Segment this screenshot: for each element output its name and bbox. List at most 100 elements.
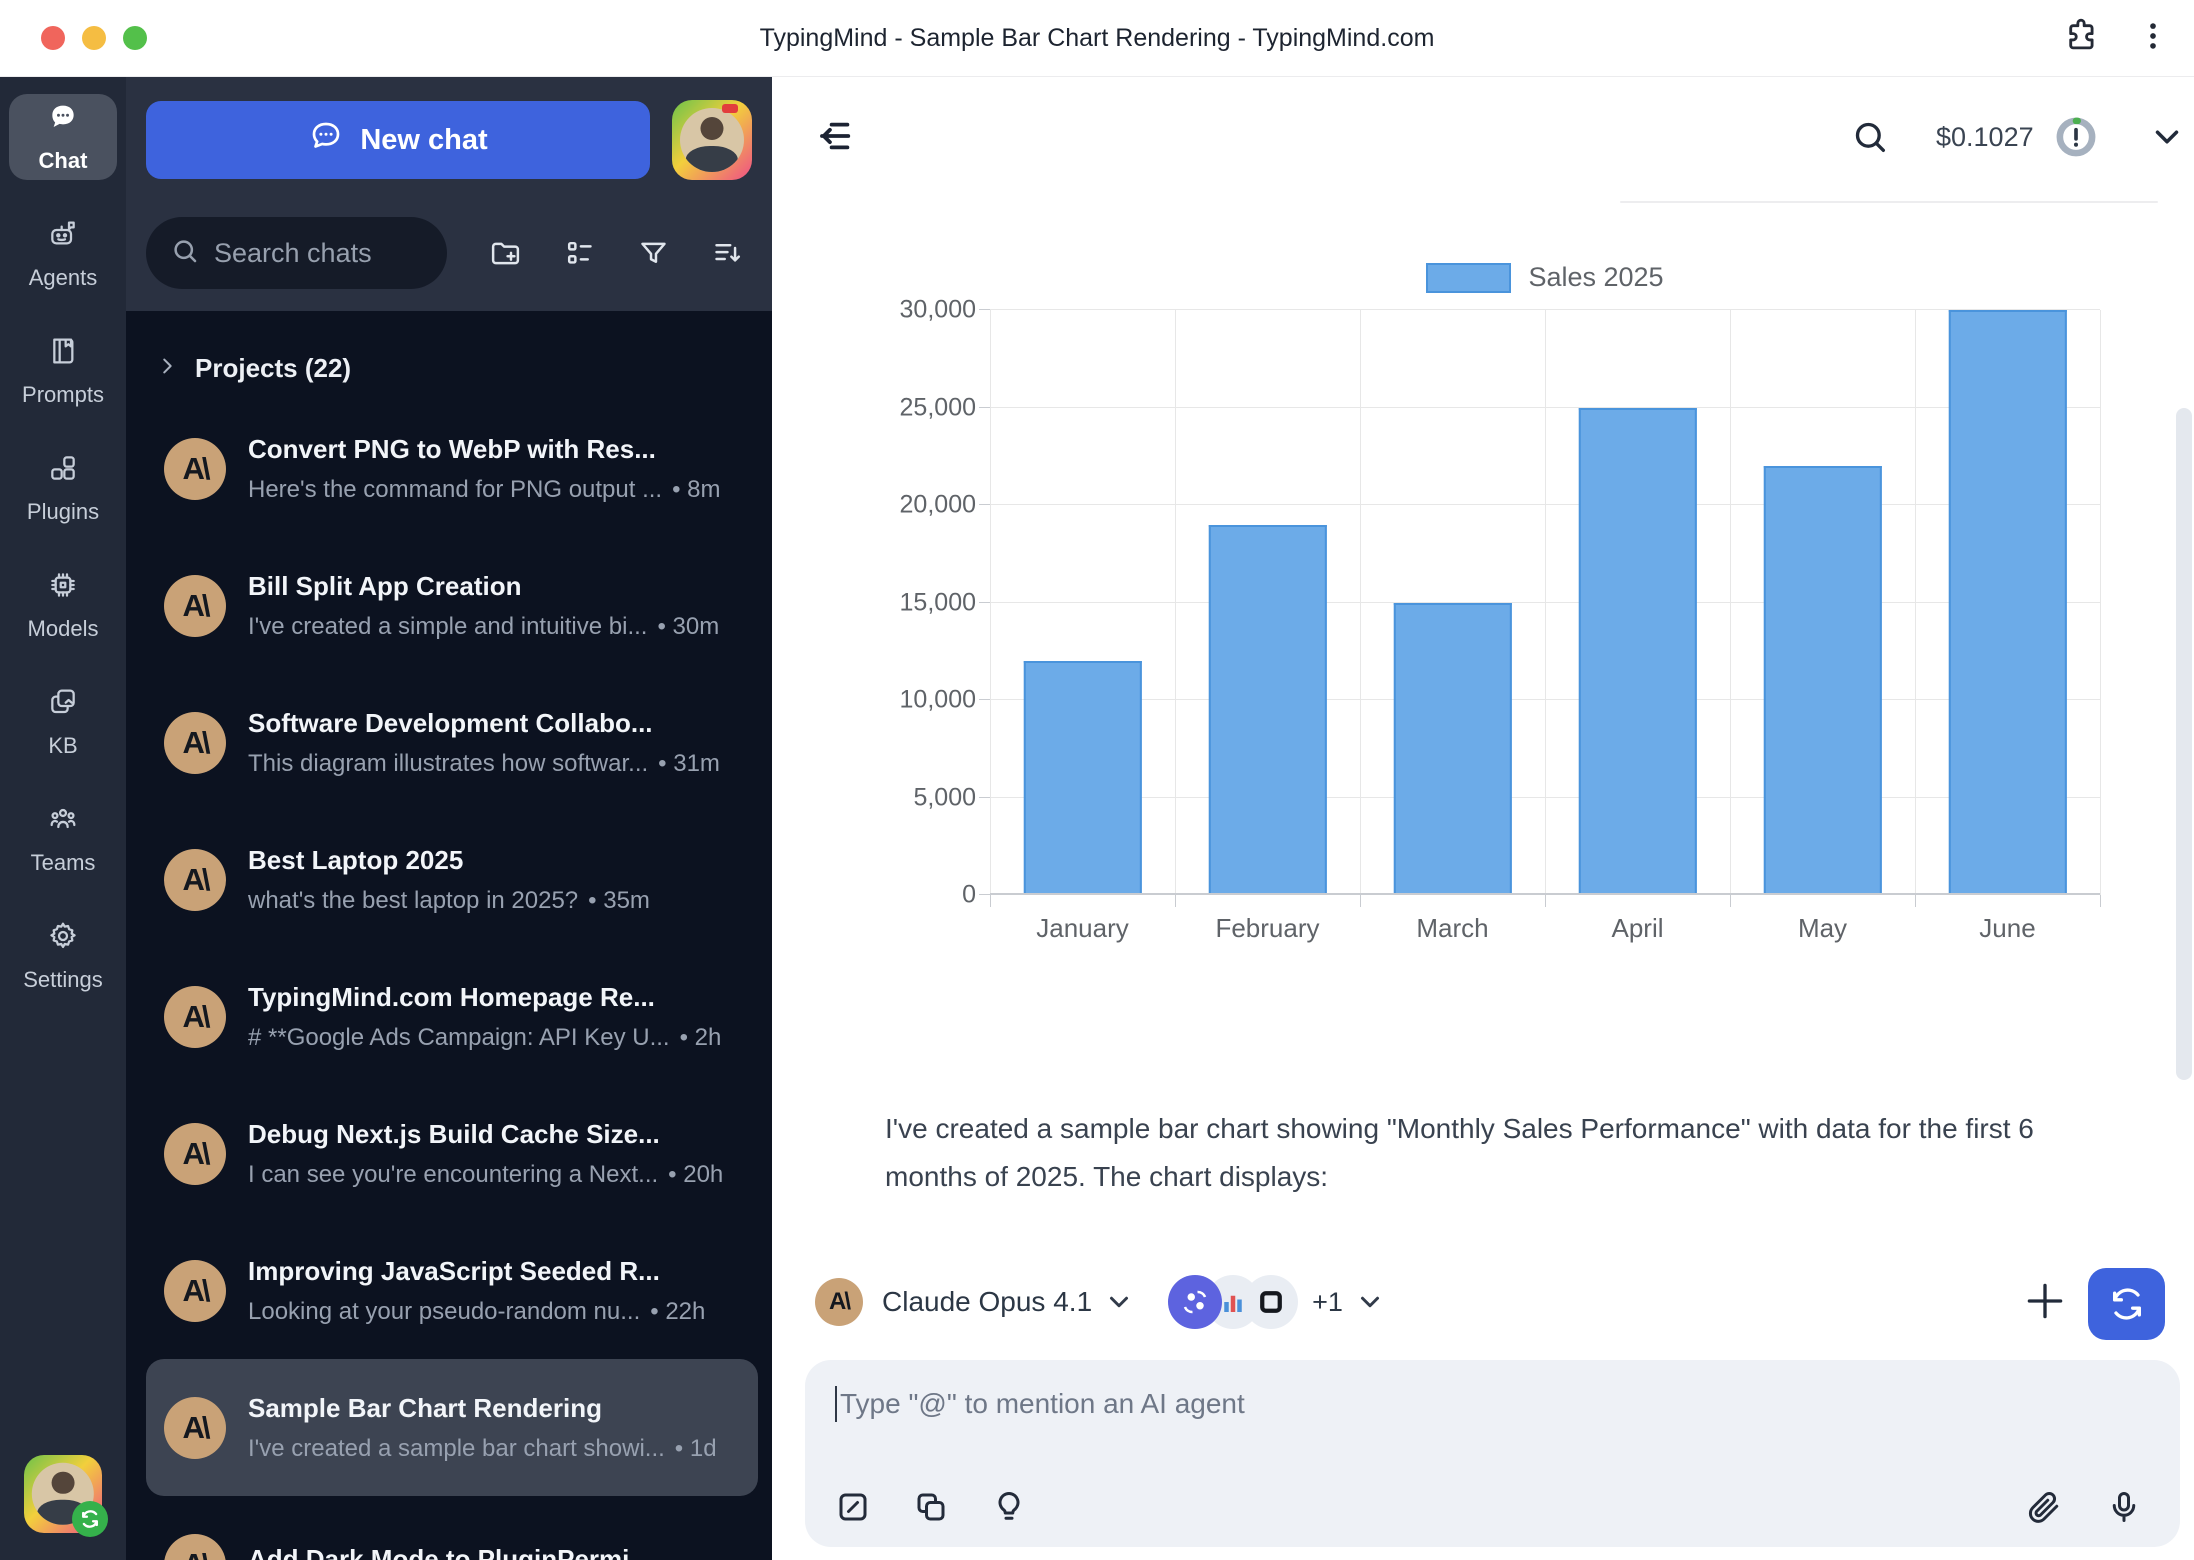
chat-bubble-icon (308, 118, 344, 162)
chart-x-axis-labels: JanuaryFebruaryMarchAprilMayJune (990, 913, 2100, 944)
anthropic-avatar: A\ (164, 1534, 226, 1560)
vertical-scrollbar[interactable] (2176, 408, 2192, 1080)
message-input[interactable]: Type "@" to mention an AI agent (835, 1386, 2150, 1422)
model-name[interactable]: Claude Opus 4.1 (882, 1286, 1092, 1318)
chart-gridline (2100, 310, 2101, 895)
chat-list-item[interactable]: A\ Best Laptop 2025 what's the best lapt… (146, 811, 758, 948)
anthropic-avatar: A\ (164, 986, 226, 1048)
search-conversation-icon[interactable] (1850, 117, 1890, 157)
y-axis-label: 10,000 (900, 686, 976, 715)
rail-item-plugins[interactable]: Plugins (9, 445, 117, 531)
chart-gridline (1175, 310, 1176, 895)
rail-item-agents[interactable]: Agents (9, 211, 117, 297)
y-axis-label: 15,000 (900, 588, 976, 617)
chat-list-item[interactable]: A\ Debug Next.js Build Cache Size... I c… (146, 1085, 758, 1222)
anthropic-avatar: A\ (164, 1123, 226, 1185)
rail-item-prompts[interactable]: Prompts (9, 328, 117, 414)
chat-icon (47, 101, 79, 139)
chat-list-item[interactable]: A\ TypingMind.com Homepage Re... # **Goo… (146, 948, 758, 1085)
chat-list-item[interactable]: A\ Convert PNG to WebP with Res... Here'… (146, 400, 758, 537)
chat-list-item[interactable]: A\ Sample Bar Chart Rendering I've creat… (146, 1359, 758, 1496)
y-axis-label: 5,000 (913, 783, 976, 812)
x-axis-tick (1175, 895, 1176, 907)
chat-time: • 31m (658, 750, 720, 778)
x-axis-tick (1915, 895, 1916, 907)
anthropic-avatar: A\ (815, 1278, 863, 1326)
assistant-message: I've created a sample bar chart showing … (885, 1105, 2125, 1201)
add-button[interactable] (2020, 1276, 2070, 1326)
chat-sidebar: New chat (126, 77, 772, 1560)
x-axis-label: January (990, 913, 1175, 944)
search-chats-input[interactable] (214, 238, 423, 269)
chart-legend[interactable]: Sales 2025 (990, 262, 2100, 293)
chat-list-item[interactable]: A\ Software Development Collabo... This … (146, 674, 758, 811)
new-folder-icon[interactable] (489, 237, 522, 270)
chat-time: • 2h (680, 1024, 722, 1052)
chat-title: Software Development Collabo... (248, 708, 740, 739)
kebab-menu-icon[interactable] (2136, 19, 2170, 58)
sort-icon[interactable] (711, 237, 744, 270)
x-axis-label: June (1915, 913, 2100, 944)
input-placeholder: Type "@" to mention an AI agent (840, 1388, 1245, 1420)
chat-time: • 1d (675, 1435, 717, 1463)
chat-snippet: what's the best laptop in 2025? (248, 887, 578, 915)
chat-time: • 8m (672, 476, 720, 504)
copy-icon[interactable] (913, 1489, 949, 1525)
composer: Type "@" to mention an AI agent (805, 1360, 2180, 1547)
workspace-avatar[interactable] (24, 1455, 102, 1533)
usage-alert-icon[interactable] (2054, 115, 2098, 159)
search-chats-field[interactable] (146, 217, 447, 289)
chat-snippet: # **Google Ads Campaign: API Key U... (248, 1024, 670, 1052)
rail-item-settings[interactable]: Settings (9, 913, 117, 999)
x-axis-label: May (1730, 913, 1915, 944)
more-plugins-count: +1 (1312, 1287, 1343, 1318)
kb-icon (47, 686, 79, 724)
chat-time: • 30m (657, 613, 719, 641)
projects-section-header[interactable]: Projects (22) (126, 311, 772, 400)
plugin-selector[interactable]: +1 (1168, 1275, 1385, 1329)
attachment-icon[interactable] (2026, 1489, 2062, 1525)
bulk-select-icon[interactable] (563, 237, 596, 270)
model-chevron-down-icon[interactable] (1104, 1287, 1134, 1317)
user-avatar[interactable] (672, 100, 752, 180)
plugin-icon-canvas (1244, 1275, 1298, 1329)
teams-icon (47, 803, 79, 841)
chart-plot (990, 310, 2100, 895)
chart-gridline (1915, 310, 1916, 895)
plugins-icon (47, 452, 79, 490)
chat-list-item[interactable]: A\ Add Dark Mode to PluginPermi... (146, 1496, 758, 1560)
x-axis-tick (2100, 895, 2101, 907)
regenerate-button[interactable] (2088, 1268, 2165, 1340)
chat-title: Best Laptop 2025 (248, 845, 740, 876)
chat-list-item[interactable]: A\ Bill Split App Creation I've created … (146, 537, 758, 674)
chart-gridline (990, 893, 2100, 895)
new-chat-button[interactable]: New chat (146, 101, 650, 179)
nav-rail: Chat Agents Prompts Plugins Models KB Te… (0, 77, 126, 1560)
y-axis-label: 25,000 (900, 393, 976, 422)
y-axis-tick (979, 602, 990, 603)
rail-item-teams[interactable]: Teams (9, 796, 117, 882)
microphone-icon[interactable] (2106, 1489, 2142, 1525)
canvas-editor-icon[interactable] (835, 1489, 871, 1525)
filter-icon[interactable] (637, 237, 670, 270)
x-axis-tick (1360, 895, 1361, 907)
lightbulb-icon[interactable] (991, 1489, 1027, 1525)
chat-list-item[interactable]: A\ Improving JavaScript Seeded R... Look… (146, 1222, 758, 1359)
plugins-chevron-down-icon (1355, 1287, 1385, 1317)
collapse-sidebar-icon[interactable] (815, 115, 857, 157)
chat-title: Debug Next.js Build Cache Size... (248, 1119, 740, 1150)
settings-icon (47, 920, 79, 958)
chevron-down-icon[interactable] (2148, 118, 2186, 156)
cost-indicator[interactable]: $0.1027 (1936, 122, 2034, 153)
rail-item-chat[interactable]: Chat (9, 94, 117, 180)
chat-title: Convert PNG to WebP with Res... (248, 434, 740, 465)
chat-title: Add Dark Mode to PluginPermi... (248, 1544, 740, 1560)
y-axis-tick (979, 504, 990, 505)
rail-item-models[interactable]: Models (9, 562, 117, 648)
chat-list: Projects (22) A\ Convert PNG to WebP wit… (126, 311, 772, 1560)
extension-icon[interactable] (2062, 17, 2100, 60)
search-icon (170, 236, 200, 271)
chat-time: • 20h (668, 1161, 723, 1189)
rail-item-kb[interactable]: KB (9, 679, 117, 765)
y-axis-label: 0 (962, 881, 976, 910)
